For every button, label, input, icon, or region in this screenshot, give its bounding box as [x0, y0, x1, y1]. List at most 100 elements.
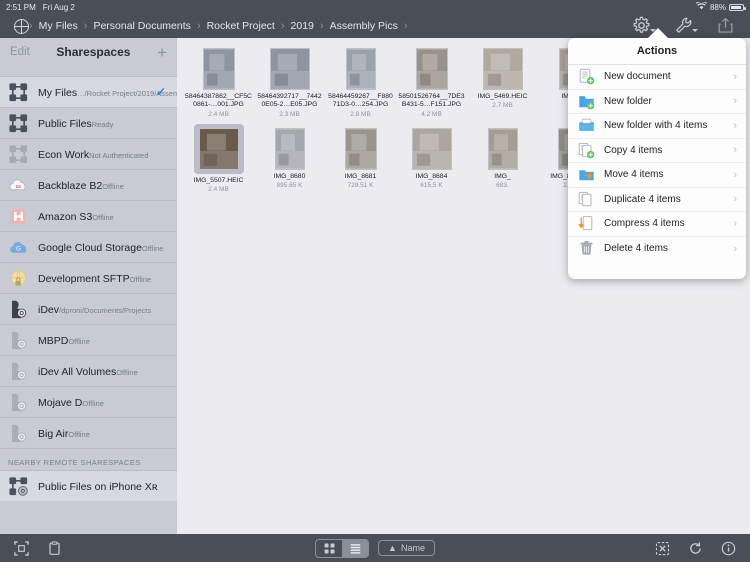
bottom-toolbar-center: ▲ Name	[315, 538, 435, 558]
compress-icon	[578, 215, 595, 232]
computer-user-icon	[8, 361, 29, 382]
sidebar-item-label: Amazon S3	[38, 211, 93, 223]
file-thumbnail[interactable]	[193, 123, 244, 174]
sidebar-item-big-air[interactable]: Big AirOffline	[0, 417, 177, 448]
action-item-delete-4-items[interactable]: Delete 4 items ›	[568, 237, 746, 262]
breadcrumb-item-rocket-project[interactable]: Rocket Project	[201, 20, 281, 32]
view-mode-segmented-control[interactable]	[315, 538, 370, 558]
info-icon[interactable]	[721, 541, 736, 556]
share-icon[interactable]	[716, 16, 736, 36]
action-item-move-4-items[interactable]: Move 4 items ›	[568, 163, 746, 188]
sidebar-item-status: Offline	[129, 275, 152, 284]
file-thumbnail[interactable]	[409, 44, 455, 90]
list-view-icon[interactable]	[342, 539, 369, 557]
file-item[interactable]: 58464387862__CF5C0861-…001.JPG 2.4 MB	[183, 44, 254, 118]
sidebar: Edit Sharespaces + My Files…/Rocket Proj…	[0, 38, 177, 534]
nearby-sharespace-item[interactable]: Public Files on iPhone Xʀ	[0, 470, 177, 501]
chevron-right-icon: ›	[733, 217, 737, 230]
file-thumbnail[interactable]	[409, 124, 455, 170]
deselect-all-icon[interactable]	[655, 541, 670, 556]
breadcrumb-item-my-files[interactable]: My Files	[33, 20, 84, 32]
breadcrumb-item-assembly-pics[interactable]: Assembly Pics	[324, 20, 404, 32]
file-item[interactable]: IMG_ 683.	[467, 124, 538, 193]
duplicate-icon	[578, 191, 595, 208]
chevron-right-icon: ›	[733, 168, 737, 181]
file-thumbnail[interactable]	[267, 124, 313, 170]
sidebar-item-idev[interactable]: iDev/dproni/Documents/Projects	[0, 293, 177, 324]
nearby-item-text: Public Files on iPhone Xʀ	[38, 477, 169, 495]
globe-icon[interactable]	[14, 18, 29, 34]
sidebar-item-public-files[interactable]: Public FilesReady	[0, 107, 177, 138]
file-thumbnail[interactable]	[480, 44, 526, 90]
file-thumbnail[interactable]	[338, 124, 384, 170]
expand-icon[interactable]	[14, 540, 29, 556]
chevron-right-icon: ›	[733, 95, 737, 108]
sidebar-item-my-files[interactable]: My Files…/Rocket Project/2019/Assembly P…	[0, 76, 177, 107]
sidebar-item-text: MBPDOffline	[38, 331, 169, 349]
file-thumbnail[interactable]	[267, 44, 313, 90]
status-bar: 2:51 PM Fri Aug 2 88%	[0, 0, 750, 14]
sidebar-item-idev-all-volumes[interactable]: iDev All VolumesOffline	[0, 355, 177, 386]
action-item-compress-4-items[interactable]: Compress 4 items ›	[568, 212, 746, 237]
add-sharespace-button[interactable]: +	[157, 44, 167, 61]
file-item[interactable]: 58464459267__F88071D3-0…254.JPG 2.8 MB	[325, 44, 396, 118]
action-item-copy-4-items[interactable]: Copy 4 items ›	[568, 139, 746, 163]
file-thumbnail[interactable]	[196, 44, 242, 90]
refresh-icon[interactable]	[688, 541, 703, 556]
file-item[interactable]: 58501526764__7DE3B431-5…F151.JPG 4.2 MB	[396, 44, 467, 118]
nearby-item-label: Public Files on iPhone Xʀ	[38, 481, 158, 493]
sidebar-item-text: Development SFTPOffline	[38, 269, 169, 287]
sidebar-item-status: Offline	[116, 368, 138, 377]
actions-popover: Actions New document › New folder › New fold…	[568, 38, 746, 279]
sidebar-item-mojave-d[interactable]: Mojave DOffline	[0, 386, 177, 417]
file-size-label: 2.3 MB	[279, 110, 300, 118]
file-item[interactable]: IMG_5507.HEIC 2.4 MB	[183, 123, 254, 193]
chevron-right-icon: ›	[733, 119, 737, 132]
navigation-bar: › My Files › Personal Documents › Rocket…	[0, 14, 750, 38]
sharespace-list: My Files…/Rocket Project/2019/Assembly P…	[0, 76, 177, 448]
sidebar-item-label: Backblaze B2	[38, 180, 103, 192]
sidebar-item-amazon-s3[interactable]: Amazon S3Offline	[0, 200, 177, 231]
action-item-new-document[interactable]: New document ›	[568, 65, 746, 90]
sidebar-item-text: Big AirOffline	[38, 424, 169, 442]
file-item[interactable]: IMG_8680 895.65 K	[254, 124, 325, 193]
wrench-icon[interactable]	[674, 16, 698, 36]
sidebar-item-mbpd[interactable]: MBPDOffline	[0, 324, 177, 355]
sidebar-item-status: /dproni/Documents/Projects	[59, 306, 152, 315]
sidebar-item-backblaze-b2[interactable]: B2 Backblaze B2Offline	[0, 169, 177, 200]
sort-by-name-button[interactable]: ▲ Name	[378, 540, 435, 556]
amazon-s3-icon	[8, 206, 29, 227]
actions-menu-list: New document › New folder › New folder with …	[568, 65, 746, 261]
file-thumbnail[interactable]	[480, 124, 526, 170]
file-size-label: 2.7 MB	[492, 102, 513, 110]
sidebar-item-label: iDev	[38, 304, 60, 316]
svg-text:B2: B2	[16, 183, 22, 188]
nearby-sharespace-list: Public Files on iPhone Xʀ	[0, 470, 177, 501]
computer-user-icon	[8, 392, 29, 413]
file-name-label: IMG_5507.HEIC	[193, 176, 244, 184]
sidebar-item-google-cloud-storage[interactable]: G Google Cloud StorageOffline	[0, 231, 177, 262]
breadcrumb-item-2019[interactable]: 2019	[285, 20, 320, 32]
file-item[interactable]: IMG_8684 615.5 K	[396, 124, 467, 193]
sidebar-item-development-sftp[interactable]: Development SFTPOffline	[0, 262, 177, 293]
grid-view-icon[interactable]	[316, 540, 342, 557]
action-item-label: New document	[604, 71, 671, 83]
sidebar-item-label: iDev All Volumes	[38, 366, 117, 378]
sidebar-item-label: Mojave D	[38, 397, 83, 409]
backblaze-icon: B2	[8, 175, 29, 196]
clipboard-icon[interactable]	[47, 540, 62, 556]
breadcrumb-item-personal-documents[interactable]: Personal Documents	[87, 20, 196, 32]
sidebar-item-econ-work[interactable]: Econ WorkNot Authenticated	[0, 138, 177, 169]
file-item[interactable]: IMG_5469.HEIC 2.7 MB	[467, 44, 538, 118]
file-item[interactable]: 58464392717__74420E05-2…E05.JPG 2.3 MB	[254, 44, 325, 118]
action-item-new-folder-with-4-items[interactable]: New folder with 4 items ›	[568, 114, 746, 139]
sidebar-item-label: Econ Work	[38, 149, 90, 161]
sidebar-edit-button[interactable]: Edit	[10, 46, 30, 58]
file-thumbnail[interactable]	[338, 44, 384, 90]
wifi-icon	[695, 1, 708, 12]
action-item-duplicate-4-items[interactable]: Duplicate 4 items ›	[568, 188, 746, 212]
action-item-new-folder[interactable]: New folder ›	[568, 90, 746, 114]
file-item[interactable]: IMG_8681 729.51 K	[325, 124, 396, 193]
computer-user-icon	[8, 299, 29, 320]
sharespace-icon	[8, 113, 29, 134]
